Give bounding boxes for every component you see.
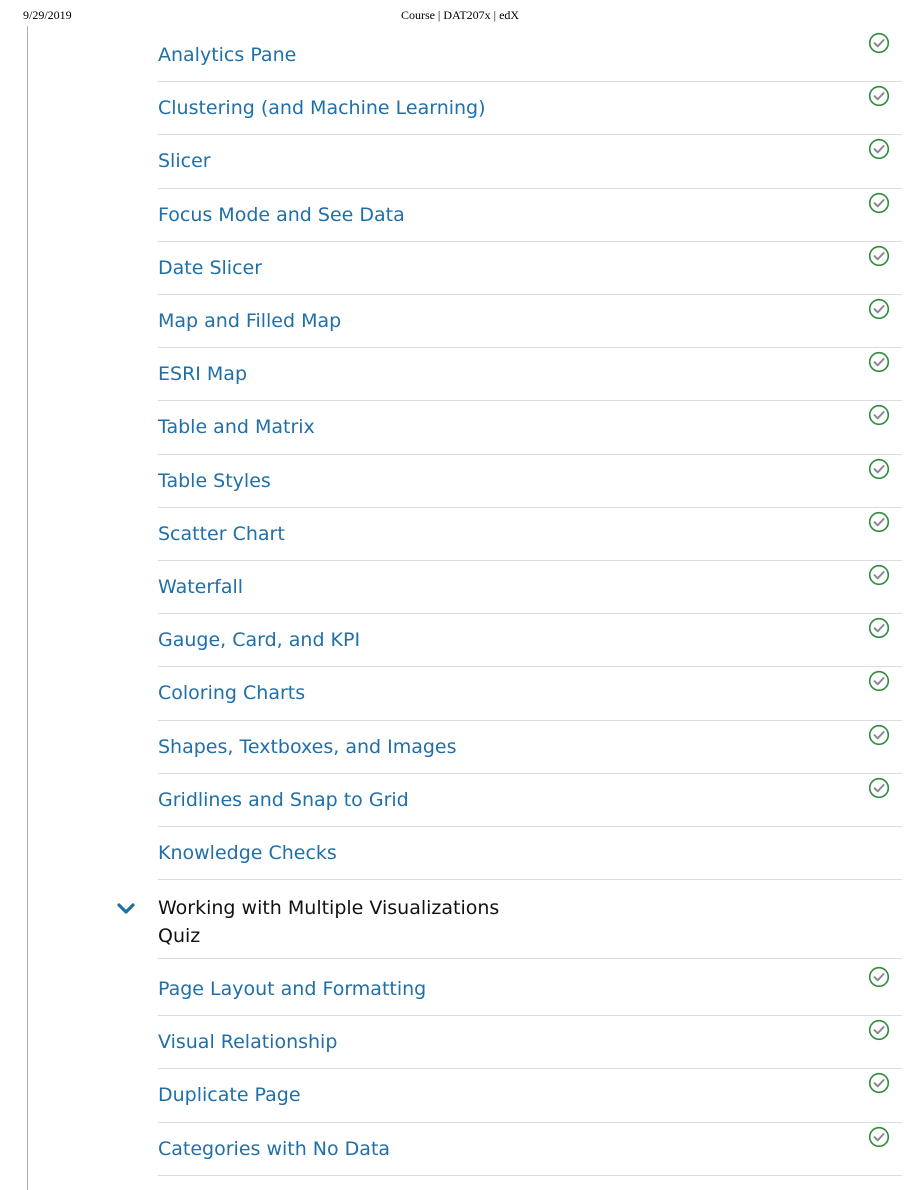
outline-item-link[interactable]: Slicer xyxy=(158,150,211,172)
completed-check-icon xyxy=(868,511,890,533)
completed-check-icon xyxy=(868,351,890,373)
section-title: Working with Multiple Visualizations xyxy=(158,897,500,920)
outline-item-link[interactable]: Duplicate Page xyxy=(158,1084,301,1106)
completed-check-icon xyxy=(868,1072,890,1094)
print-header: 9/29/2019 Course | DAT207x | edX xyxy=(0,0,920,26)
outline-item-link[interactable]: Knowledge Checks xyxy=(158,842,337,864)
completed-check-icon xyxy=(868,32,890,54)
completed-check-icon xyxy=(868,85,890,107)
outline-item[interactable]: Focus Mode and See Data xyxy=(158,188,902,242)
outline-item-link[interactable]: Coloring Charts xyxy=(158,682,305,704)
outline-item[interactable]: Categories with No Data xyxy=(158,1122,902,1176)
outline-item-link[interactable]: Visual Relationship xyxy=(158,1031,337,1053)
completed-check-icon xyxy=(868,192,890,214)
completed-check-icon xyxy=(868,564,890,586)
outline-item[interactable]: Slicer xyxy=(158,134,902,189)
outline-item-link[interactable]: Shapes, Textboxes, and Images xyxy=(158,736,457,758)
outline-item[interactable]: Scatter Chart xyxy=(158,507,902,561)
outline-item[interactable]: Map and Filled Map xyxy=(158,294,902,349)
completed-check-icon xyxy=(868,458,890,480)
outline-item-link[interactable]: Scatter Chart xyxy=(158,523,285,545)
outline-item-link[interactable]: ESRI Map xyxy=(158,363,247,385)
chevron-down-icon[interactable] xyxy=(116,901,136,915)
outline-item-link[interactable]: Analytics Pane xyxy=(158,44,296,66)
outline-item-link[interactable]: Date Slicer xyxy=(158,257,262,279)
outline-item-link[interactable]: Categories with No Data xyxy=(158,1138,390,1160)
completed-check-icon xyxy=(868,670,890,692)
outline-item-link[interactable]: Page Layout and Formatting xyxy=(158,978,426,1000)
outline-item[interactable]: Page Layout and Formatting xyxy=(158,962,902,1017)
outline-item[interactable]: Table and Matrix xyxy=(158,400,902,455)
section-subtitle: Quiz xyxy=(158,925,201,948)
outline-item-link[interactable]: Clustering (and Machine Learning) xyxy=(158,97,486,119)
divider xyxy=(158,958,902,960)
completed-check-icon xyxy=(868,245,890,267)
outline-item[interactable]: ESRI Map xyxy=(158,347,902,402)
left-border xyxy=(27,26,28,1190)
print-title: Course | DAT207x | edX xyxy=(400,8,520,22)
outline-item-link[interactable]: Focus Mode and See Data xyxy=(158,204,405,226)
outline-item-link[interactable]: Gridlines and Snap to Grid xyxy=(158,789,409,811)
outline-item[interactable]: Analytics Pane xyxy=(158,28,902,83)
completed-check-icon xyxy=(868,298,890,320)
outline-item[interactable]: Gridlines and Snap to Grid xyxy=(158,773,902,827)
completed-check-icon xyxy=(868,724,890,746)
completed-check-icon xyxy=(868,777,890,799)
outline-item-link[interactable]: Gauge, Card, and KPI xyxy=(158,629,360,651)
outline-item[interactable]: Clustering (and Machine Learning) xyxy=(158,81,902,136)
completed-check-icon xyxy=(868,617,890,639)
outline-item[interactable]: Shapes, Textboxes, and Images xyxy=(158,720,902,774)
outline-item-link[interactable]: Table Styles xyxy=(158,470,271,492)
outline-item[interactable]: Gauge, Card, and KPI xyxy=(158,613,902,668)
completed-check-icon xyxy=(868,966,890,988)
outline-item-link[interactable]: Map and Filled Map xyxy=(158,310,341,332)
outline-item-link[interactable]: Waterfall xyxy=(158,576,243,598)
completed-check-icon xyxy=(868,1019,890,1041)
outline-item[interactable]: Date Slicer xyxy=(158,241,902,295)
outline-item[interactable]: Knowledge Checks xyxy=(158,826,902,881)
completed-check-icon xyxy=(868,138,890,160)
completed-check-icon xyxy=(868,404,890,426)
outline-item[interactable]: Waterfall xyxy=(158,560,902,615)
outline-item-link[interactable]: Table and Matrix xyxy=(158,416,315,438)
outline-item[interactable]: Table Styles xyxy=(158,454,902,508)
outline-item[interactable]: Visual Relationship xyxy=(158,1015,902,1070)
outline-item[interactable]: Duplicate Page xyxy=(158,1068,902,1123)
completed-check-icon xyxy=(868,1126,890,1148)
outline-item[interactable]: Coloring Charts xyxy=(158,666,902,721)
